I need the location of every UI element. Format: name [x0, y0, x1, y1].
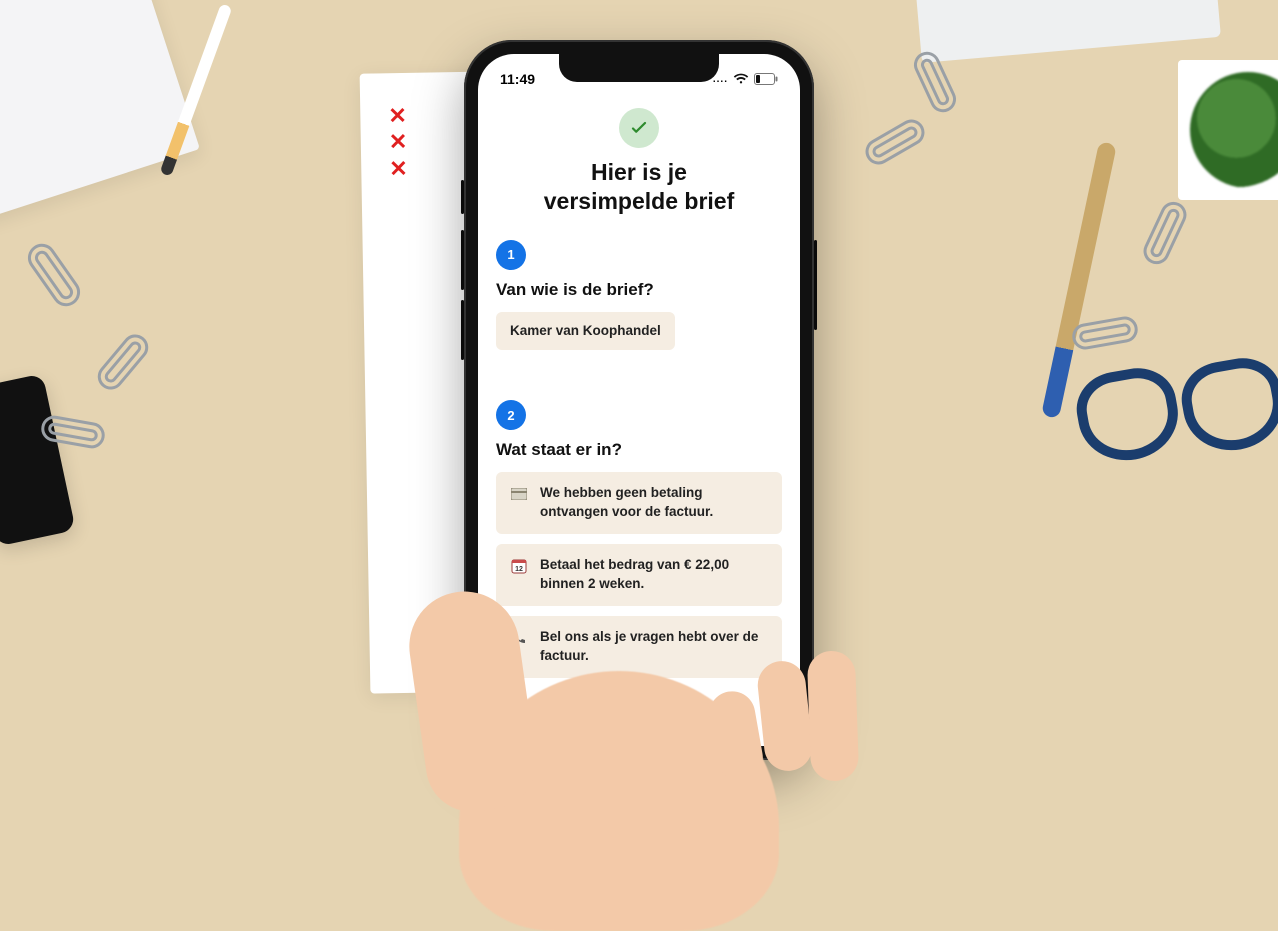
wifi-icon — [733, 73, 749, 85]
success-check-icon — [619, 108, 659, 148]
section-heading-content: Wat staat er in? — [496, 440, 782, 460]
app-content[interactable]: Hier is je versimpelde brief 1 Van wie i… — [478, 102, 800, 746]
svg-text:12: 12 — [515, 566, 523, 573]
paperclip-icon — [92, 329, 153, 395]
desk-plant — [1178, 60, 1278, 200]
summary-text: Bel ons als je vragen hebt over de factu… — [540, 628, 768, 666]
paperclip-icon — [1139, 198, 1190, 269]
step-badge-1: 1 — [496, 240, 526, 270]
card-icon — [510, 485, 528, 503]
sender-card: Kamer van Koophandel — [496, 312, 675, 351]
sender-name: Kamer van Koophandel — [510, 322, 661, 341]
section-heading-sender: Van wie is de brief? — [496, 280, 782, 300]
status-time: 11:49 — [500, 71, 535, 87]
desk-notebook — [0, 0, 200, 220]
paperclip-icon — [22, 238, 85, 311]
desk-glasses — [1078, 360, 1278, 480]
cellular-icon: .... — [713, 74, 728, 85]
summary-item: Bel ons als je vragen hebt over de factu… — [496, 616, 782, 678]
battery-icon — [754, 73, 778, 85]
page-title: Hier is je versimpelde brief — [496, 158, 782, 216]
summary-text: Betaal het bedrag van € 22,00 binnen 2 w… — [540, 556, 768, 594]
step-badge-2: 2 — [496, 400, 526, 430]
phone-screen: 11:49 .... Hier is je versimpelde brief — [478, 54, 800, 746]
paperclip-icon — [861, 115, 929, 170]
summary-text: We hebben geen betaling ontvangen voor d… — [540, 484, 768, 522]
summary-item: We hebben geen betaling ontvangen voor d… — [496, 472, 782, 534]
phone-notch — [559, 54, 719, 82]
calendar-icon: 12 — [510, 557, 528, 575]
paperclip-icon — [1070, 314, 1140, 351]
phone-frame: 11:49 .... Hier is je versimpelde brief — [464, 40, 814, 760]
desk-phone — [0, 373, 76, 546]
phone-icon — [510, 629, 528, 647]
summary-item: 12 Betaal het bedrag van € 22,00 binnen … — [496, 544, 782, 606]
desk-keyboard — [915, 0, 1221, 63]
